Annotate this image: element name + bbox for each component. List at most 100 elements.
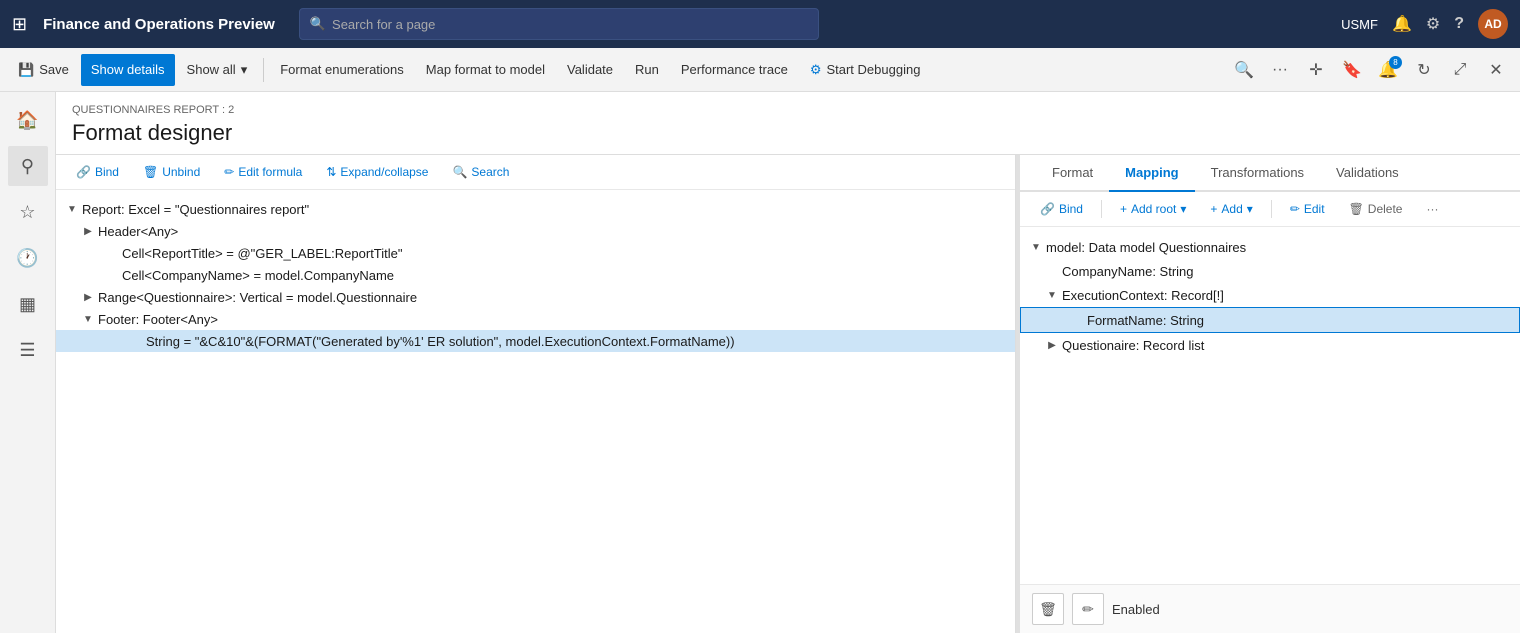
avatar[interactable]: AD: [1478, 9, 1508, 39]
more-button[interactable]: ···: [1418, 198, 1446, 220]
pencil-icon: ✏: [1290, 202, 1300, 216]
link-icon: 🔗: [76, 165, 91, 179]
help-icon[interactable]: ?: [1454, 15, 1464, 33]
right-tree-item-label: ExecutionContext: Record[!]: [1062, 288, 1224, 303]
tree-item-label: Footer: Footer<Any>: [98, 312, 218, 327]
save-icon: 💾: [18, 62, 34, 78]
right-tree-item[interactable]: ▶ Questionaire: Record list: [1020, 333, 1520, 357]
bell-icon[interactable]: 🔔: [1392, 14, 1412, 34]
tree-item-label: Cell<ReportTitle> = @"GER_LABEL:ReportTi…: [122, 246, 403, 261]
tab-mapping[interactable]: Mapping: [1109, 155, 1194, 192]
chevron-icon: ▾: [1180, 202, 1186, 216]
unbind-button[interactable]: 🗑 Unbind: [135, 161, 208, 183]
tree-item-label: Header<Any>: [98, 224, 178, 239]
bottom-edit-button[interactable]: ✏: [1072, 593, 1104, 625]
right-tree-item[interactable]: ▼ ExecutionContext: Record[!]: [1020, 283, 1520, 307]
right-tabs: Format Mapping Transformations Validatio…: [1020, 155, 1520, 192]
tab-transformations[interactable]: Transformations: [1195, 155, 1320, 192]
debug-icon: ⚙: [810, 62, 822, 78]
start-debugging-button[interactable]: ⚙ Start Debugging: [800, 54, 931, 86]
tab-validations[interactable]: Validations: [1320, 155, 1415, 192]
search-panel-icon: 🔍: [452, 165, 467, 179]
sidebar-home-icon[interactable]: 🏠: [8, 100, 48, 140]
toolbar-pin-button[interactable]: ✛: [1300, 54, 1332, 86]
right-tree-item[interactable]: ▼ model: Data model Questionnaires: [1020, 235, 1520, 259]
chevron-icon: ▾: [1247, 202, 1253, 216]
trash-icon: 🗑: [1039, 601, 1057, 618]
search-panel-button[interactable]: 🔍 Search: [444, 161, 517, 183]
bottom-delete-button[interactable]: 🗑: [1032, 593, 1064, 625]
delete-button[interactable]: 🗑 Delete: [1341, 198, 1411, 220]
sidebar-filter-icon[interactable]: ⚲: [8, 146, 48, 186]
close-button[interactable]: ✕: [1480, 54, 1512, 86]
sidebar-grid-icon[interactable]: ▦: [8, 284, 48, 324]
show-details-button[interactable]: Show details: [81, 54, 175, 86]
tree-item[interactable]: ▶ Header<Any>: [56, 220, 1015, 242]
toolbar-more-button[interactable]: ···: [1264, 54, 1296, 86]
plus-icon: +: [1210, 202, 1217, 216]
expand-icon: ▶: [80, 223, 96, 239]
performance-trace-button[interactable]: Performance trace: [671, 54, 798, 86]
tree-item[interactable]: ▼ Report: Excel = "Questionnaires report…: [56, 198, 1015, 220]
right-tree-item-label: model: Data model Questionnaires: [1046, 240, 1246, 255]
bind-button[interactable]: 🔗 Bind: [68, 161, 127, 183]
right-panel: Format Mapping Transformations Validatio…: [1020, 155, 1520, 633]
trash-icon: 🗑: [1349, 202, 1364, 216]
right-tree-item-label: Questionaire: Record list: [1062, 338, 1204, 353]
collapse-icon: ▼: [1028, 239, 1044, 255]
left-sidebar: 🏠 ⚲ ☆ 🕐 ▦ ☰: [0, 92, 56, 633]
collapse-icon: ▼: [1044, 287, 1060, 303]
sidebar-list-icon[interactable]: ☰: [8, 330, 48, 370]
sidebar-history-icon[interactable]: 🕐: [8, 238, 48, 278]
validate-button[interactable]: Validate: [557, 54, 623, 86]
content-area: QUESTIONNAIRES REPORT : 2 Format designe…: [56, 92, 1520, 633]
right-bind-button[interactable]: 🔗 Bind: [1032, 198, 1091, 220]
pencil-icon: ✏: [1082, 601, 1094, 618]
designer-body: 🔗 Bind 🗑 Unbind ✏ Edit formula ⇅ Expand/…: [56, 155, 1520, 633]
page-header: QUESTIONNAIRES REPORT : 2 Format designe…: [56, 92, 1520, 155]
usmf-label: USMF: [1341, 17, 1378, 32]
right-panel-toolbar: 🔗 Bind + Add root ▾ + Add ▾: [1020, 192, 1520, 227]
toolbar-search-button[interactable]: 🔍: [1228, 54, 1260, 86]
mapping-tree: ▼ model: Data model Questionnaires ▶ Com…: [1020, 227, 1520, 584]
add-button[interactable]: + Add ▾: [1202, 198, 1260, 220]
expand-button[interactable]: ⤢: [1444, 54, 1476, 86]
page-title: Format designer: [72, 120, 1504, 146]
tree-item[interactable]: ▶ Range<Questionnaire>: Vertical = model…: [56, 286, 1015, 308]
edit-button[interactable]: ✏ Edit: [1282, 198, 1333, 220]
refresh-button[interactable]: ↻: [1408, 54, 1440, 86]
settings-icon[interactable]: ⚙: [1426, 14, 1440, 34]
global-search[interactable]: 🔍 Search for a page: [299, 8, 819, 40]
left-panel-toolbar: 🔗 Bind 🗑 Unbind ✏ Edit formula ⇅ Expand/…: [56, 155, 1015, 190]
main-toolbar: 💾 Save Show details Show all ▾ Format en…: [0, 48, 1520, 92]
run-button[interactable]: Run: [625, 54, 669, 86]
toolbar-bookmark-button[interactable]: 🔖: [1336, 54, 1368, 86]
edit-formula-button[interactable]: ✏ Edit formula: [216, 161, 310, 183]
breadcrumb: QUESTIONNAIRES REPORT : 2: [72, 104, 1504, 116]
right-tree-item-selected[interactable]: ▶ FormatName: String: [1020, 307, 1520, 333]
format-tree: ▼ Report: Excel = "Questionnaires report…: [56, 190, 1015, 633]
tree-item[interactable]: ▶ Cell<ReportTitle> = @"GER_LABEL:Report…: [56, 242, 1015, 264]
tree-item[interactable]: ▶ Cell<CompanyName> = model.CompanyName: [56, 264, 1015, 286]
expand-collapse-button[interactable]: ⇅ Expand/collapse: [318, 161, 436, 183]
top-navigation: ⊞ Finance and Operations Preview 🔍 Searc…: [0, 0, 1520, 48]
tree-item-label: Report: Excel = "Questionnaires report": [82, 202, 309, 217]
format-enumerations-button[interactable]: Format enumerations: [270, 54, 414, 86]
notification-badge: 8: [1389, 56, 1402, 69]
map-format-to-model-button[interactable]: Map format to model: [416, 54, 555, 86]
grid-icon[interactable]: ⊞: [12, 14, 27, 35]
add-root-button[interactable]: + Add root ▾: [1112, 198, 1194, 220]
search-icon: 🔍: [310, 16, 326, 32]
sidebar-favorites-icon[interactable]: ☆: [8, 192, 48, 232]
expand-icon: ⇅: [326, 165, 336, 179]
collapse-icon: ▼: [80, 311, 96, 327]
plus-icon: +: [1120, 202, 1127, 216]
right-tree-item[interactable]: ▶ CompanyName: String: [1020, 259, 1520, 283]
chevron-down-icon: ▾: [241, 62, 248, 78]
tab-format[interactable]: Format: [1036, 155, 1109, 192]
show-all-button[interactable]: Show all ▾: [177, 54, 258, 86]
tree-item-selected[interactable]: ▶ String = "&C&10"&(FORMAT("Generated by…: [56, 330, 1015, 352]
tree-item[interactable]: ▼ Footer: Footer<Any>: [56, 308, 1015, 330]
save-button[interactable]: 💾 Save: [8, 54, 79, 86]
tree-item-label: String = "&C&10"&(FORMAT("Generated by'%…: [146, 334, 735, 349]
